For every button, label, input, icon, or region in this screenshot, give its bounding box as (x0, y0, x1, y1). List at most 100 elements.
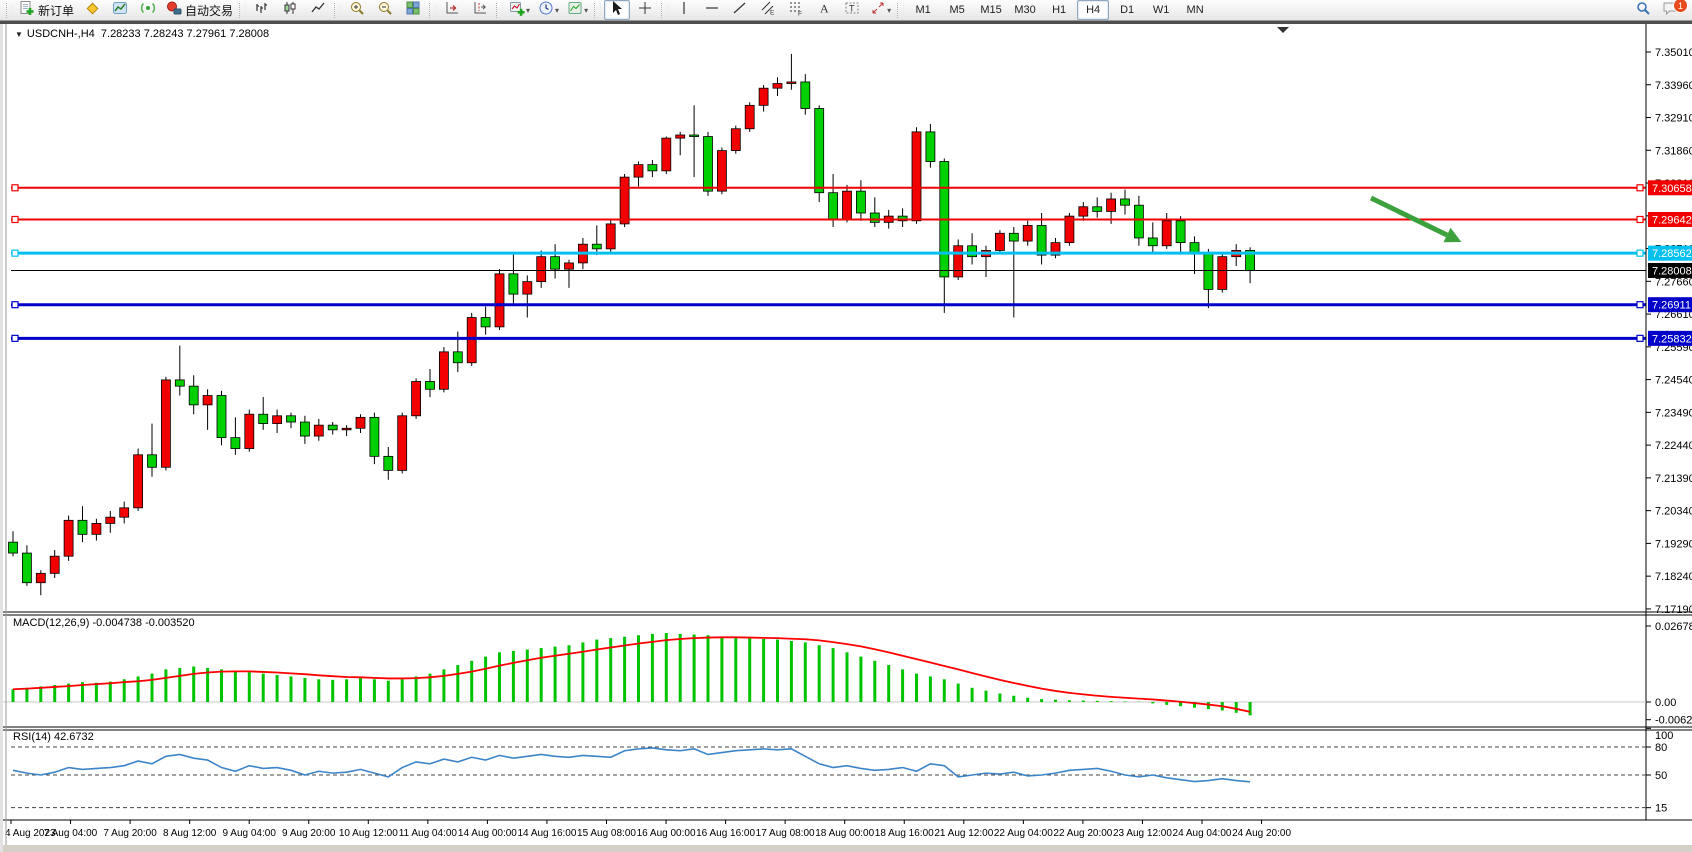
window-bottom-edge (3, 845, 1692, 852)
chart-background (3, 24, 1692, 852)
time-axis-label: 21 Aug 12:00 (934, 828, 993, 839)
template-button[interactable] (564, 0, 591, 20)
collapse-icon[interactable]: ▼ (15, 30, 23, 39)
level-handle[interactable] (12, 250, 18, 256)
timeframe-m15-button[interactable]: M15 (975, 0, 1007, 20)
tile-windows-icon (405, 0, 421, 21)
level-handle[interactable] (1637, 302, 1643, 308)
signals-button[interactable] (135, 0, 161, 20)
notifications-button[interactable]: 1 (1658, 0, 1684, 20)
candle (731, 126, 740, 154)
auto-scroll-button[interactable] (439, 0, 465, 20)
template-icon (567, 0, 583, 21)
svg-text:7.29642: 7.29642 (1652, 214, 1692, 226)
indicators-button[interactable] (506, 0, 533, 20)
text-label-button[interactable]: T (839, 0, 865, 20)
candle (954, 240, 963, 281)
cursor-icon (609, 0, 625, 21)
market-watch-button[interactable] (79, 0, 105, 20)
level-handle[interactable] (12, 216, 18, 222)
vline-icon (676, 0, 692, 21)
time-axis-label: 14 Aug 16:00 (517, 828, 576, 839)
time-axis-label: 9 Aug 04:00 (223, 828, 277, 839)
level-handle[interactable] (12, 302, 18, 308)
toolbar-group-6: EFA T (670, 0, 895, 20)
timeframe-h4-button[interactable]: H4 (1077, 0, 1109, 20)
toolbar-group-0: 新订单 自动交易 (15, 0, 237, 20)
arrows-button[interactable] (867, 0, 894, 20)
level-handle[interactable] (1637, 216, 1643, 222)
chart-window: 7.350107.339607.329107.318607.308107.297… (0, 24, 1692, 852)
time-axis-label: 7 Aug 04:00 (44, 828, 98, 839)
price-axis-label: 7.32910 (1655, 113, 1692, 125)
tile-windows-button[interactable] (400, 0, 426, 20)
timeframe-d1-button[interactable]: D1 (1111, 0, 1143, 20)
time-axis-label: 23 Aug 12:00 (1113, 828, 1172, 839)
auto-scroll-icon (444, 0, 460, 21)
candle (412, 378, 421, 419)
trendline-button[interactable] (727, 0, 753, 20)
cursor-button[interactable] (604, 0, 630, 20)
candlestick-button[interactable] (277, 0, 303, 20)
svg-text:T: T (849, 3, 855, 13)
candle (134, 449, 143, 511)
svg-text:7.26911: 7.26911 (1652, 300, 1691, 312)
price-axis-label: 7.31860 (1655, 145, 1692, 157)
line-chart-button[interactable] (305, 0, 331, 20)
time-axis-label: 7 Aug 20:00 (103, 828, 157, 839)
period-button[interactable] (535, 0, 562, 20)
fibo-icon: F (788, 0, 804, 21)
candle (398, 413, 407, 474)
text-button[interactable]: A (811, 0, 837, 20)
level-handle[interactable] (1637, 185, 1643, 191)
rsi-axis-label: 15 (1655, 803, 1667, 815)
chart-canvas[interactable]: 7.350107.339607.329107.318607.308107.297… (3, 24, 1692, 852)
timeframe-m1-button[interactable]: M1 (907, 0, 939, 20)
zoom-in-button[interactable] (344, 0, 370, 20)
timeframe-w1-button[interactable]: W1 (1145, 0, 1177, 20)
timeframe-m30-button[interactable]: M30 (1009, 0, 1041, 20)
price-axis-label: 7.35010 (1655, 47, 1692, 59)
level-handle[interactable] (1637, 335, 1643, 341)
candle (439, 347, 448, 392)
timeframe-m5-button[interactable]: M5 (941, 0, 973, 20)
macd-axis-label: 0.026782 (1655, 621, 1692, 633)
level-handle[interactable] (1637, 250, 1643, 256)
chart-shift-button[interactable] (467, 0, 493, 20)
candle (370, 413, 379, 464)
notification-badge: 1 (1673, 0, 1688, 13)
candle (245, 410, 254, 452)
bar-chart-button[interactable] (249, 0, 275, 20)
fibonacci-button[interactable]: F (783, 0, 809, 20)
search-button[interactable] (1630, 0, 1656, 20)
indicators-add-icon (509, 0, 525, 21)
horizontal-line-button[interactable] (699, 0, 725, 20)
timeframe-mn-button[interactable]: MN (1179, 0, 1211, 20)
auto-trading-button[interactable]: 自动交易 (163, 0, 236, 20)
charts-button[interactable] (107, 0, 133, 20)
crosshair-button[interactable] (632, 0, 658, 20)
timeframe-h1-button[interactable]: H1 (1043, 0, 1075, 20)
toolbar-group-5 (603, 0, 659, 20)
price-axis-label: 7.17190 (1655, 604, 1692, 616)
level-handle[interactable] (12, 335, 18, 341)
zoom-out-button[interactable] (372, 0, 398, 20)
time-axis-label: 16 Aug 16:00 (696, 828, 755, 839)
time-axis-label: 22 Aug 04:00 (994, 828, 1053, 839)
arrows-icon (870, 0, 886, 21)
price-axis-label: 7.22440 (1655, 440, 1692, 452)
time-axis-label: 18 Aug 00:00 (815, 828, 874, 839)
equidistant-channel-button[interactable]: E (755, 0, 781, 20)
time-axis-label: 22 Aug 20:00 (1053, 828, 1112, 839)
hline-icon (704, 0, 720, 21)
time-axis-label: 10 Aug 12:00 (339, 828, 398, 839)
new-order-button-label: 新订单 (38, 2, 74, 19)
toolbar-grip (429, 3, 436, 18)
level-handle[interactable] (12, 185, 18, 191)
toolbar-grip (6, 3, 13, 18)
channel-icon: E (760, 0, 776, 21)
toolbar-group-4 (505, 0, 592, 20)
new-order-button[interactable]: 新订单 (16, 0, 77, 20)
vertical-line-button[interactable] (671, 0, 697, 20)
candle (495, 269, 504, 330)
